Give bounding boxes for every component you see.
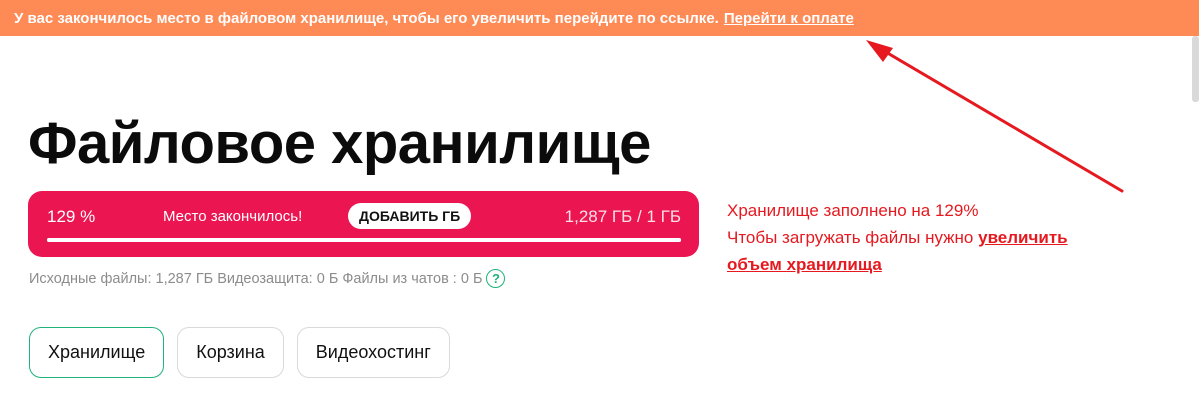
- tab-video-hosting[interactable]: Видеохостинг: [296, 327, 450, 378]
- storage-percent: 129 %: [47, 207, 96, 226]
- annotation-note: Хранилище заполнено на 129% Чтобы загруж…: [727, 197, 1068, 278]
- annotation-line-2: Чтобы загружать файлы нужно увеличить: [727, 224, 1068, 251]
- annotation-line-3: объем хранилища: [727, 251, 1068, 278]
- tab-storage[interactable]: Хранилище: [29, 327, 165, 378]
- help-question-icon[interactable]: ?: [486, 269, 506, 288]
- source-files-size: Исходные файлы: 1,287 ГБ: [29, 270, 214, 287]
- storage-usage-text: 1,287 ГБ / 1 ГБ: [564, 207, 681, 226]
- storage-progress-track: [47, 238, 681, 242]
- storage-tabs: Хранилище Корзина Видеохостинг: [29, 327, 463, 378]
- storage-volume-link[interactable]: объем хранилища: [727, 255, 882, 274]
- storage-full-banner: У вас закончилось место в файловом храни…: [0, 0, 1199, 36]
- video-protection-size: Видеозащита: 0 Б: [217, 270, 339, 287]
- storage-status-message: Место закончилось!: [163, 208, 303, 225]
- annotation-line-1: Хранилище заполнено на 129%: [727, 201, 979, 220]
- tab-trash[interactable]: Корзина: [177, 327, 284, 378]
- banner-message: У вас закончилось место в файловом храни…: [14, 9, 719, 27]
- scrollbar-thumb[interactable]: [1192, 36, 1199, 102]
- go-to-payment-link[interactable]: Перейти к оплате: [724, 10, 854, 27]
- storage-usage-panel: 129 % Место закончилось! ДОБАВИТЬ ГБ 1,2…: [28, 191, 699, 257]
- add-gb-button[interactable]: ДОБАВИТЬ ГБ: [348, 203, 472, 229]
- annotation-text: Чтобы загружать файлы нужно: [727, 228, 974, 247]
- storage-progress-fill: [47, 238, 681, 242]
- arrow-shaft: [872, 43, 1124, 193]
- page-title: Файловое хранилище: [28, 111, 651, 176]
- arrow-head: [866, 40, 893, 62]
- storage-breakdown: Исходные файлы: 1,287 ГБ Видеозащита: 0 …: [29, 269, 506, 288]
- increase-link[interactable]: увеличить: [978, 228, 1067, 247]
- chat-files-size: Файлы из чатов : 0 Б: [342, 270, 483, 287]
